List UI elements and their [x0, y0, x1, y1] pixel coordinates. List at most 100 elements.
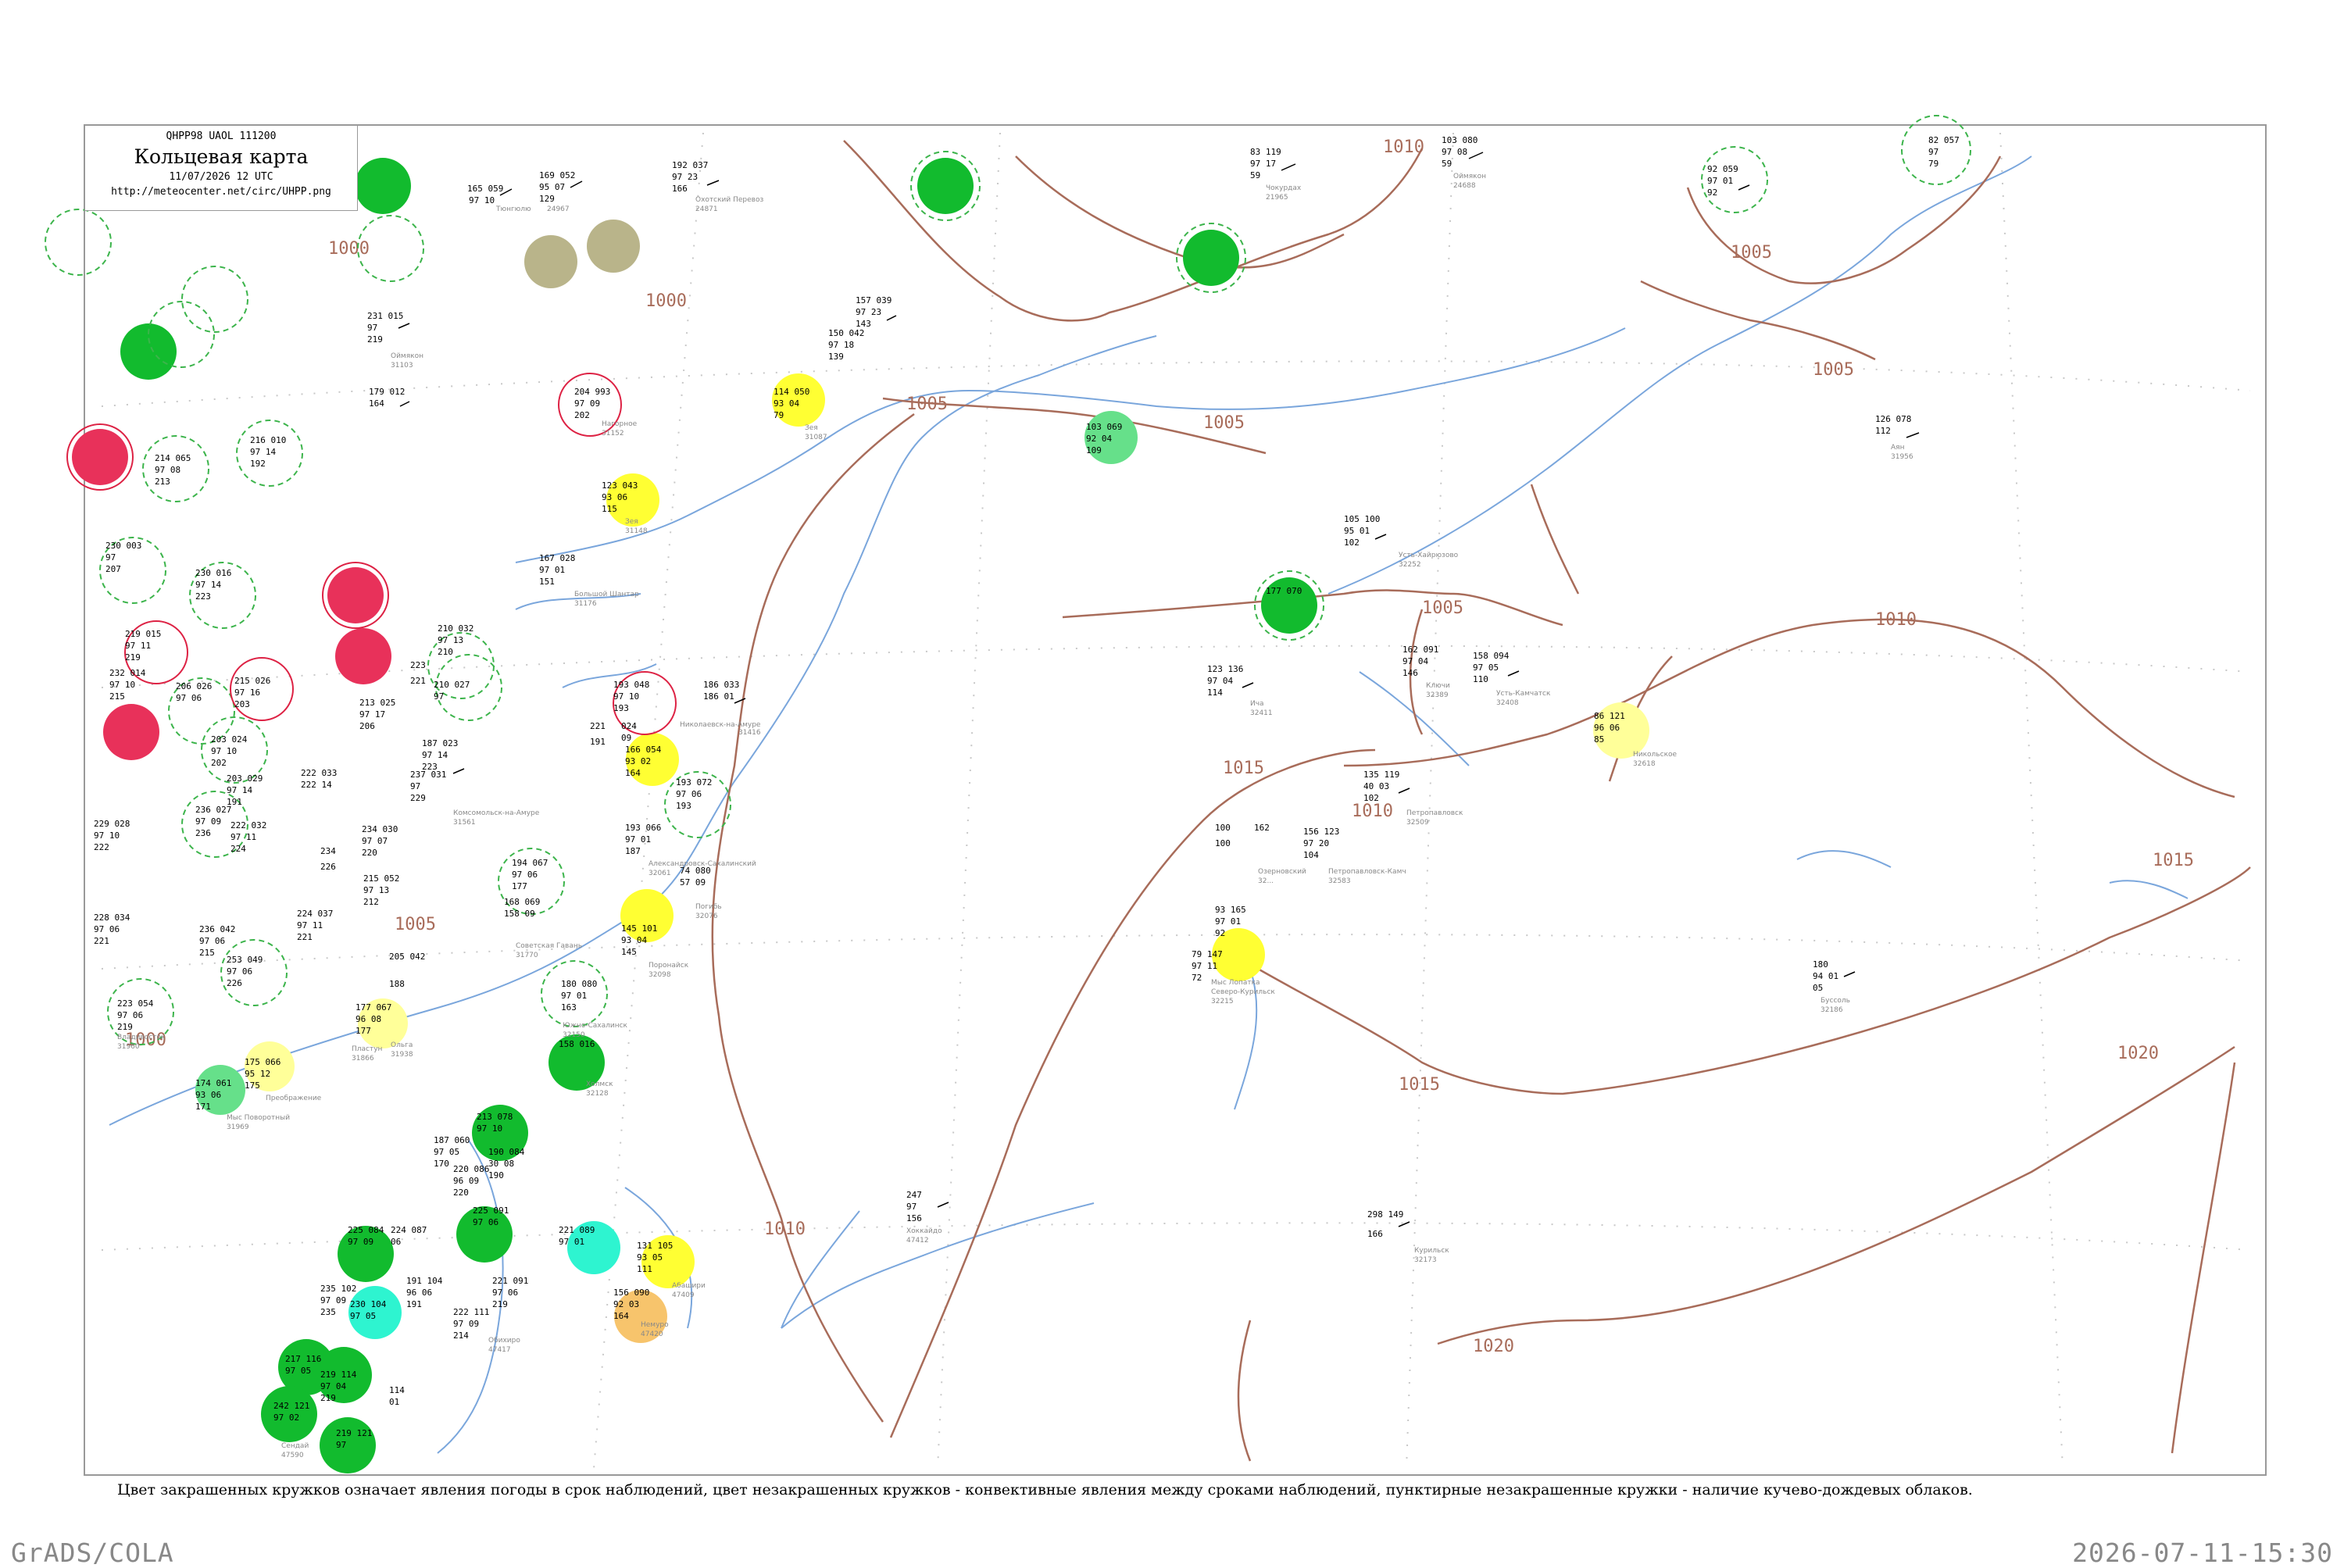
isobar-label: 1015 — [1223, 759, 1264, 778]
svg-text:242 121: 242 121 — [273, 1401, 309, 1411]
svg-text:177 067: 177 067 — [356, 1002, 391, 1013]
svg-text:219: 219 — [125, 652, 141, 663]
svg-text:193: 193 — [676, 801, 691, 811]
svg-text:32150: 32150 — [563, 1031, 585, 1039]
svg-text:192 037: 192 037 — [672, 160, 708, 170]
svg-text:97 14: 97 14 — [422, 750, 448, 760]
svg-text:97: 97 — [410, 781, 420, 791]
svg-text:97: 97 — [434, 691, 444, 702]
svg-text:97 04: 97 04 — [1207, 676, 1233, 686]
bulletin-code: QHPP98 UAOL 111200 — [166, 130, 277, 142]
svg-text:32252: 32252 — [1399, 561, 1421, 569]
svg-text:164: 164 — [625, 768, 641, 778]
svg-text:202: 202 — [211, 758, 227, 768]
footer-credit: GrADS/COLA — [11, 1538, 174, 1568]
svg-text:96 08: 96 08 — [356, 1014, 381, 1024]
svg-text:166: 166 — [1367, 1229, 1383, 1239]
svg-text:97 20: 97 20 — [1303, 838, 1329, 848]
isobar-label: 1000 — [645, 291, 687, 311]
svg-text:Погибь: Погибь — [695, 903, 722, 911]
map-header: QHPP98 UAOL 111200 Кольцевая карта 11/07… — [84, 125, 358, 211]
svg-text:145 101: 145 101 — [621, 923, 657, 934]
svg-text:225 091: 225 091 — [473, 1205, 509, 1216]
svg-text:Буссоль: Буссоль — [1821, 997, 1850, 1005]
svg-text:221 089: 221 089 — [559, 1225, 595, 1235]
svg-text:31176: 31176 — [574, 600, 597, 608]
svg-text:82 057: 82 057 — [1928, 135, 1960, 145]
svg-text:Зея: Зея — [805, 424, 818, 432]
map-datetime: 11/07/2026 12 UTC — [169, 171, 273, 183]
svg-text:97 10: 97 10 — [477, 1123, 502, 1134]
svg-text:207: 207 — [105, 564, 121, 574]
svg-text:194 067: 194 067 — [512, 858, 548, 868]
svg-text:Озерновский: Озерновский — [1258, 868, 1306, 876]
svg-text:97 10: 97 10 — [469, 195, 495, 205]
svg-text:224 087: 224 087 — [391, 1225, 427, 1235]
svg-text:219: 219 — [320, 1393, 336, 1403]
svg-text:221: 221 — [590, 721, 606, 731]
svg-text:235 102: 235 102 — [320, 1284, 356, 1294]
svg-text:100: 100 — [1215, 823, 1231, 833]
svg-text:95 12: 95 12 — [245, 1069, 270, 1079]
svg-text:Николаевск-на-Амуре: Николаевск-на-Амуре — [680, 721, 761, 729]
svg-text:214 065: 214 065 — [155, 453, 191, 463]
svg-text:Курильск: Курильск — [1414, 1247, 1449, 1255]
legend-caption: Цвет закрашенных кружков означает явлени… — [117, 1481, 1973, 1498]
svg-text:213 025: 213 025 — [359, 698, 395, 708]
svg-text:105 100: 105 100 — [1344, 514, 1380, 524]
svg-text:186 01: 186 01 — [703, 691, 734, 702]
svg-text:115: 115 — [602, 504, 617, 514]
svg-text:97 05: 97 05 — [285, 1366, 311, 1376]
svg-text:Холмск: Холмск — [586, 1080, 613, 1088]
svg-text:72: 72 — [1192, 973, 1202, 983]
svg-text:166: 166 — [672, 184, 688, 194]
svg-text:Ича: Ича — [1250, 700, 1264, 708]
svg-text:222 032: 222 032 — [230, 820, 266, 830]
svg-text:32411: 32411 — [1250, 709, 1273, 717]
svg-text:83 119: 83 119 — [1250, 147, 1281, 157]
isobar-label: 1020 — [1473, 1337, 1514, 1356]
isobar-label: 1005 — [1203, 413, 1245, 433]
isobar-label: 1010 — [764, 1220, 806, 1239]
svg-text:230 016: 230 016 — [195, 568, 231, 578]
svg-text:156: 156 — [906, 1213, 922, 1223]
svg-text:150 042: 150 042 — [828, 328, 864, 338]
svg-text:169 052: 169 052 — [539, 170, 575, 180]
svg-text:Южно-Сахалинск: Южно-Сахалинск — [563, 1022, 628, 1030]
isobar-label: 1005 — [1422, 598, 1463, 618]
svg-text:187: 187 — [625, 846, 641, 856]
svg-text:179 012: 179 012 — [369, 387, 405, 397]
svg-text:47412: 47412 — [906, 1237, 929, 1245]
svg-text:Владивосток: Владивосток — [117, 1034, 166, 1041]
svg-text:97 06: 97 06 — [227, 966, 252, 977]
svg-text:31561: 31561 — [453, 819, 476, 827]
isobar-label: 1010 — [1352, 802, 1393, 821]
svg-text:177: 177 — [512, 881, 527, 891]
svg-text:Хоккайдо: Хоккайдо — [906, 1227, 942, 1235]
svg-text:223: 223 — [410, 660, 426, 670]
svg-text:30 08: 30 08 — [488, 1159, 514, 1169]
svg-text:112: 112 — [1875, 426, 1891, 436]
svg-text:97 02: 97 02 — [273, 1413, 299, 1423]
svg-text:97 06: 97 06 — [473, 1217, 498, 1227]
svg-text:157 039: 157 039 — [856, 295, 892, 305]
svg-text:32061: 32061 — [649, 870, 671, 877]
svg-text:97 14: 97 14 — [195, 580, 221, 590]
svg-text:97 06: 97 06 — [676, 789, 702, 799]
svg-text:97 11: 97 11 — [125, 641, 151, 651]
svg-text:216 010: 216 010 — [250, 435, 286, 445]
svg-text:224: 224 — [230, 844, 246, 854]
svg-text:92 059: 92 059 — [1707, 164, 1738, 174]
svg-text:97 06: 97 06 — [94, 924, 120, 934]
svg-text:47590: 47590 — [281, 1452, 304, 1459]
svg-text:93 02: 93 02 — [625, 756, 651, 766]
svg-text:187 023: 187 023 — [422, 738, 458, 748]
svg-text:236 027: 236 027 — [195, 805, 231, 815]
svg-text:Советская Гавань: Советская Гавань — [516, 942, 582, 950]
source-url[interactable]: http://meteocenter.net/circ/UHPP.png — [85, 186, 357, 198]
svg-text:102: 102 — [1363, 793, 1379, 803]
svg-text:203 024: 203 024 — [211, 734, 248, 745]
svg-text:235: 235 — [320, 1307, 336, 1317]
svg-text:05: 05 — [1813, 983, 1823, 993]
svg-text:193 048: 193 048 — [613, 680, 649, 690]
